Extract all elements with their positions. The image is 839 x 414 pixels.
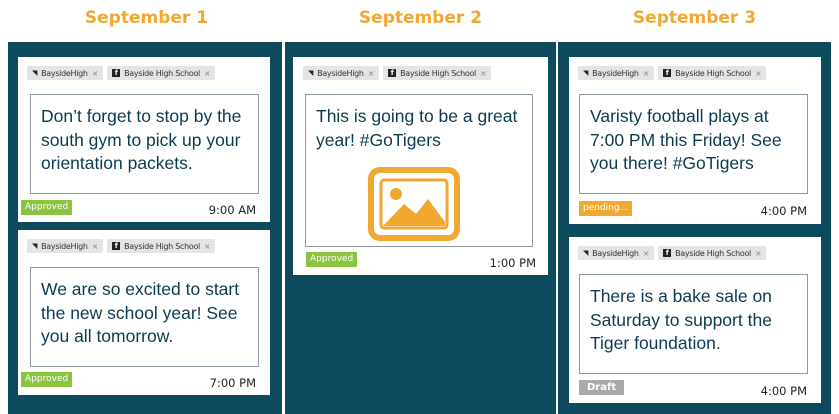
account-tag-twitter[interactable]: ◥ BaysideHigh × [578,246,655,260]
account-tag-facebook[interactable]: f Bayside High School × [658,66,767,80]
facebook-f-icon: f [112,242,121,250]
remove-x-icon[interactable]: × [643,249,650,258]
account-handle: BaysideHigh [317,68,364,78]
account-tag-facebook[interactable]: f Bayside High School × [383,66,492,80]
post-text: This is going to be a great year! #GoTig… [316,106,518,150]
remove-x-icon[interactable]: × [480,69,487,78]
status-badge: Draft [579,380,625,395]
facebook-f-icon: f [663,69,672,77]
message-box[interactable]: This is going to be a great year! #GoTig… [305,94,533,247]
day-header-2: September 2 [358,8,483,28]
twitter-bird-icon: ◥ [308,69,314,77]
day-header-1: September 1 [84,8,209,28]
status-badge: Approved [21,200,73,215]
post-card[interactable]: ◥ BaysideHigh × f Bayside High School × … [293,57,548,275]
day-column-2: ◥ BaysideHigh × f Bayside High School × … [285,42,556,414]
post-text: We are so excited to start the new schoo… [41,279,240,346]
remove-x-icon[interactable]: × [368,69,375,78]
day-column-1: ◥ BaysideHigh × f Bayside High School × … [8,42,282,414]
twitter-bird-icon: ◥ [583,69,589,77]
account-tag-twitter[interactable]: ◥ BaysideHigh × [303,66,380,80]
account-handle: BaysideHigh [592,68,639,78]
account-tag-facebook[interactable]: f Bayside High School × [658,246,767,260]
account-handle: BaysideHigh [41,68,88,78]
post-time: 7:00 PM [209,376,256,390]
remove-x-icon[interactable]: × [92,242,99,251]
post-text: There is a bake sale on Saturday to supp… [590,286,772,353]
day-header-3: September 3 [632,8,757,28]
status-badge: Approved [306,252,358,267]
account-tags: ◥ BaysideHigh × f Bayside High School × [27,66,216,80]
twitter-bird-icon: ◥ [583,249,589,257]
account-handle: Bayside High School [124,241,200,251]
account-handle: Bayside High School [675,248,751,258]
message-box[interactable]: Varisty football plays at 7:00 PM this F… [579,94,808,194]
twitter-bird-icon: ◥ [32,69,38,77]
remove-x-icon[interactable]: × [204,69,211,78]
account-tag-facebook[interactable]: f Bayside High School × [107,66,216,80]
account-tag-twitter[interactable]: ◥ BaysideHigh × [27,239,104,253]
account-tags: ◥ BaysideHigh × f Bayside High School × [578,246,767,260]
account-tags: ◥ BaysideHigh × f Bayside High School × [578,66,767,80]
message-box[interactable]: Don’t forget to stop by the south gym to… [30,94,259,194]
account-tag-twitter[interactable]: ◥ BaysideHigh × [27,66,104,80]
remove-x-icon[interactable]: × [643,69,650,78]
post-time: 9:00 AM [208,203,256,217]
facebook-f-icon: f [112,69,121,77]
account-handle: Bayside High School [675,68,751,78]
account-tag-twitter[interactable]: ◥ BaysideHigh × [578,66,655,80]
post-time: 1:00 PM [489,256,536,270]
message-box[interactable]: There is a bake sale on Saturday to supp… [579,274,808,374]
post-text: Don’t forget to stop by the south gym to… [41,106,242,173]
account-tag-facebook[interactable]: f Bayside High School × [107,239,216,253]
post-time: 4:00 PM [760,384,807,398]
account-handle: Bayside High School [400,68,476,78]
image-placeholder-icon[interactable] [368,167,460,241]
post-card[interactable]: ◥ BaysideHigh × f Bayside High School × … [18,230,270,395]
day-column-3: ◥ BaysideHigh × f Bayside High School × … [558,42,831,414]
remove-x-icon[interactable]: × [755,69,762,78]
post-card[interactable]: ◥ BaysideHigh × f Bayside High School × … [569,57,821,224]
twitter-bird-icon: ◥ [32,242,38,250]
post-text: Varisty football plays at 7:00 PM this F… [590,106,782,173]
account-handle: BaysideHigh [592,248,639,258]
status-badge: pending... [579,201,633,216]
message-box[interactable]: We are so excited to start the new schoo… [30,267,259,367]
remove-x-icon[interactable]: × [204,242,211,251]
post-card[interactable]: ◥ BaysideHigh × f Bayside High School × … [569,237,821,403]
facebook-f-icon: f [388,69,397,77]
facebook-f-icon: f [663,249,672,257]
remove-x-icon[interactable]: × [92,69,99,78]
status-badge: Approved [21,372,73,387]
post-time: 4:00 PM [760,204,807,218]
account-handle: Bayside High School [124,68,200,78]
account-tags: ◥ BaysideHigh × f Bayside High School × [303,66,492,80]
account-tags: ◥ BaysideHigh × f Bayside High School × [27,239,216,253]
post-card[interactable]: ◥ BaysideHigh × f Bayside High School × … [18,57,270,222]
remove-x-icon[interactable]: × [755,249,762,258]
account-handle: BaysideHigh [41,241,88,251]
